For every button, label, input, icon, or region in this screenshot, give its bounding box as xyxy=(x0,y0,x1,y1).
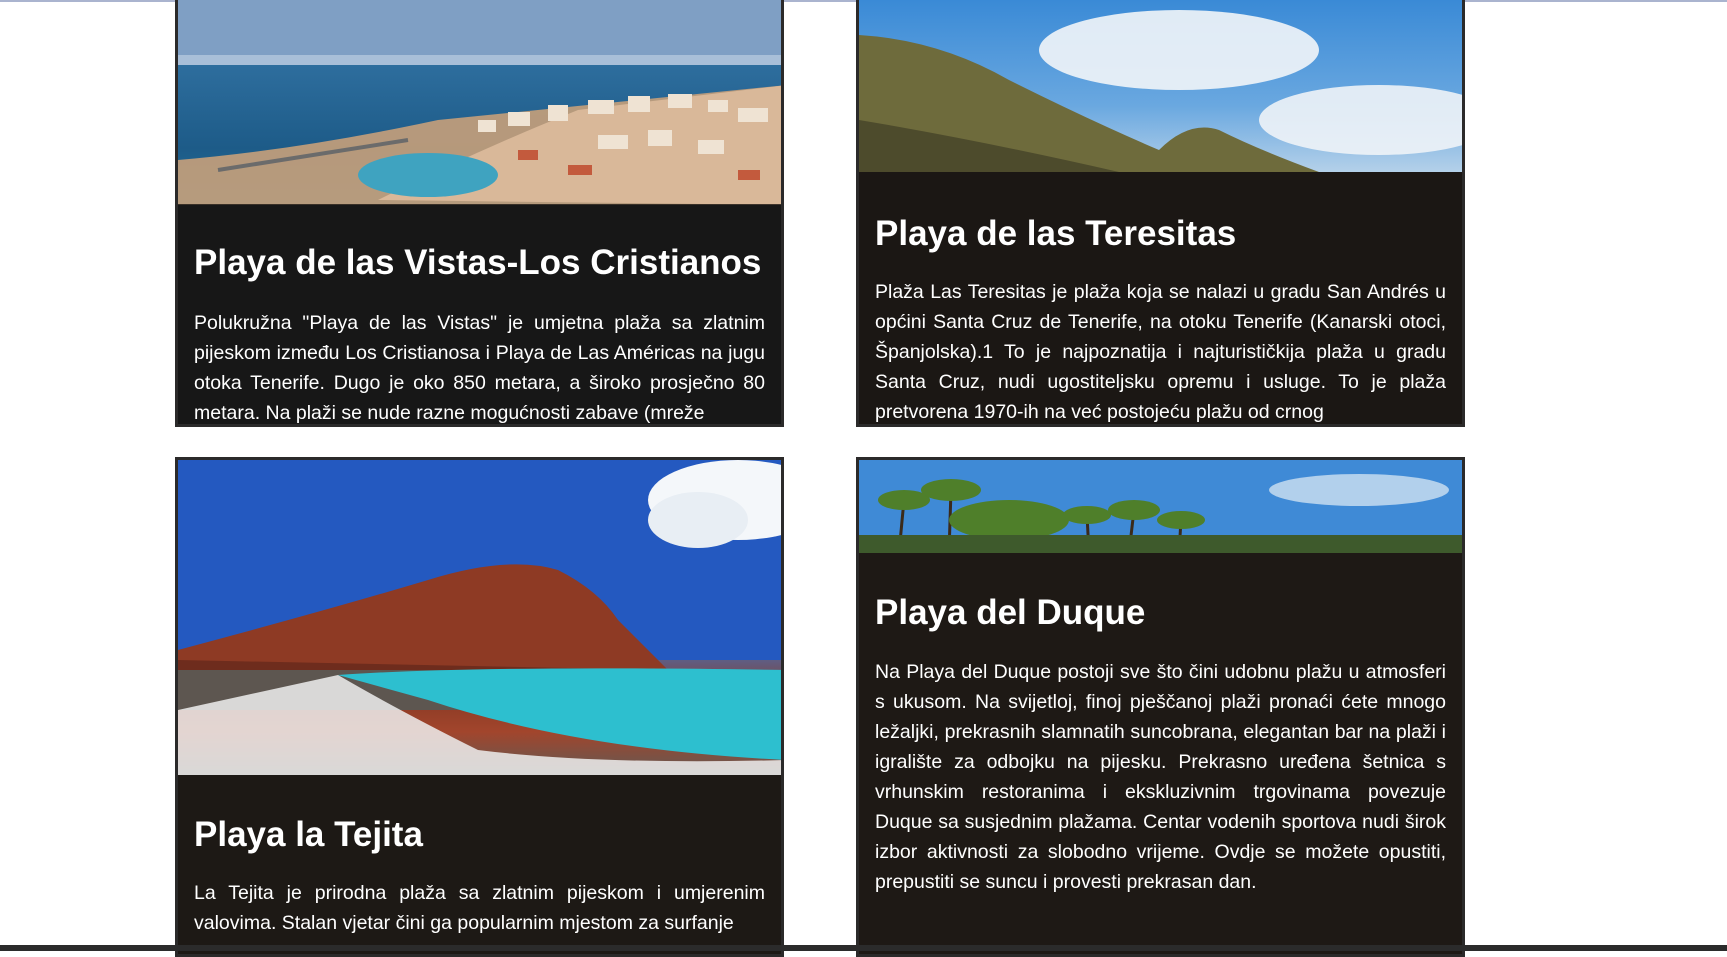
beach-card-playa-la-tejita[interactable]: Playa la Tejita La Tejita je prirodna pl… xyxy=(175,457,784,957)
card-description: Na Playa del Duque postoji sve što čini … xyxy=(875,661,1446,893)
bottom-edge-bar xyxy=(0,945,1727,951)
card-description: Plaža Las Teresitas je plaža koja se nal… xyxy=(875,281,1446,423)
beach-card-playa-del-duque[interactable]: Playa del Duque Na Playa del Duque posto… xyxy=(856,457,1465,957)
card-title: Playa de las Vistas-Los Cristianos xyxy=(194,243,762,282)
card-title: Playa del Duque xyxy=(875,593,1146,632)
card-description: La Tejita je prirodna plaža sa zlatnim p… xyxy=(194,882,765,934)
card-title: Playa la Tejita xyxy=(194,815,423,854)
beach-card-playa-de-las-vistas[interactable]: Playa de las Vistas-Los Cristianos Poluk… xyxy=(175,0,784,427)
card-title: Playa de las Teresitas xyxy=(875,214,1237,253)
card-description: Polukružna "Playa de las Vistas" je umje… xyxy=(194,312,765,424)
beach-card-playa-de-las-teresitas[interactable]: Playa de las Teresitas Plaža Las Teresit… xyxy=(856,0,1465,427)
